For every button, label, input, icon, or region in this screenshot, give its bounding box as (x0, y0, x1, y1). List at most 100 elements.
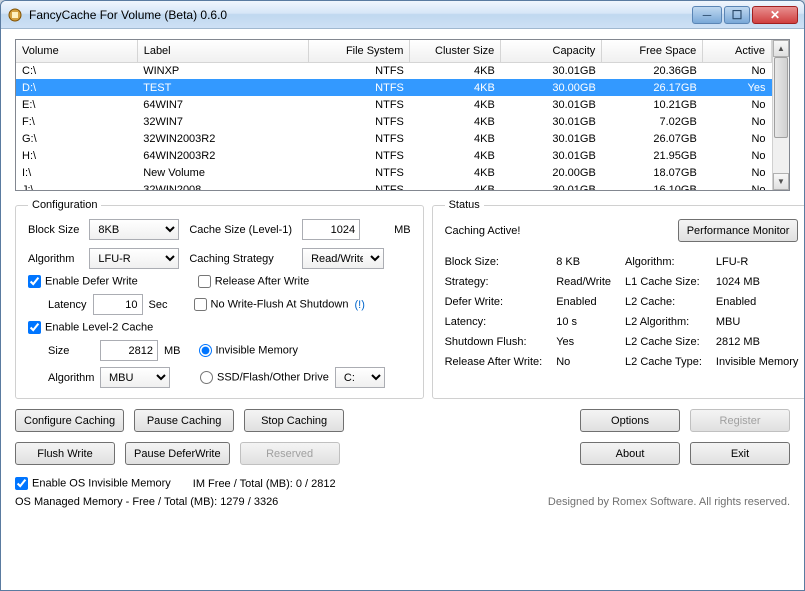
ssd-label[interactable]: SSD/Flash/Other Drive (200, 371, 329, 384)
col-capacity[interactable]: Capacity (501, 40, 602, 62)
status-panel: Status Caching Active! Performance Monit… (432, 199, 805, 399)
minimize-button[interactable]: ─ (692, 6, 722, 24)
table-scrollbar[interactable]: ▲ ▼ (772, 40, 789, 190)
status-cell: 8 KB (556, 256, 611, 268)
pause-deferwrite-button[interactable]: Pause DeferWrite (125, 442, 230, 465)
im-stats: IM Free / Total (MB): 0 / 2812 (193, 478, 336, 490)
status-cell: Block Size: (445, 256, 543, 268)
strategy-select[interactable]: Read/Write (302, 248, 384, 269)
defer-write-checkbox[interactable] (28, 275, 41, 288)
algorithm-select[interactable]: LFU-R (89, 248, 179, 269)
table-row[interactable]: C:\WINXPNTFS4KB30.01GB20.36GBNo (16, 62, 772, 79)
performance-monitor-button[interactable]: Performance Monitor (678, 219, 799, 242)
table-row[interactable]: J:\32WIN2008NTFS4KB30.01GB16.10GBNo (16, 181, 772, 190)
status-cell: Latency: (445, 316, 543, 328)
ssd-drive-select[interactable]: C: (335, 367, 385, 388)
table-row[interactable]: D:\TESTNTFS4KB30.00GB26.17GBYes (16, 79, 772, 96)
status-cell: 1024 MB (716, 276, 799, 288)
configure-caching-button[interactable]: Configure Caching (15, 409, 124, 432)
l2-cache-label[interactable]: Enable Level-2 Cache (28, 321, 153, 334)
exit-button[interactable]: Exit (690, 442, 790, 465)
l2-size-label: Size (48, 345, 94, 357)
l2-algo-select[interactable]: MBU (100, 367, 170, 388)
status-cell: L2 Algorithm: (625, 316, 702, 328)
status-cell: L2 Cache Type: (625, 356, 702, 368)
table-row[interactable]: F:\32WIN7NTFS4KB30.01GB7.02GBNo (16, 113, 772, 130)
volume-table: Volume Label File System Cluster Size Ca… (15, 39, 790, 191)
cache-size-input[interactable] (302, 219, 360, 240)
status-cell: Defer Write: (445, 296, 543, 308)
latency-label: Latency (48, 299, 87, 311)
status-cell: L1 Cache Size: (625, 276, 702, 288)
col-free[interactable]: Free Space (602, 40, 703, 62)
col-cluster[interactable]: Cluster Size (410, 40, 501, 62)
col-label[interactable]: Label (137, 40, 309, 62)
caching-active-text: Caching Active! (445, 225, 521, 237)
status-cell: 10 s (556, 316, 611, 328)
enable-invisible-memory-label[interactable]: Enable OS Invisible Memory (15, 477, 171, 490)
table-row[interactable]: G:\32WIN2003R2NTFS4KB30.01GB26.07GBNo (16, 130, 772, 147)
strategy-label: Caching Strategy (189, 253, 292, 265)
release-after-write-label[interactable]: Release After Write (198, 275, 310, 288)
l2-algo-label: Algorithm (48, 372, 94, 384)
status-cell: Invisible Memory (716, 356, 799, 368)
os-stats: OS Managed Memory - Free / Total (MB): 1… (15, 496, 278, 508)
flush-write-button[interactable]: Flush Write (15, 442, 115, 465)
latency-input[interactable] (93, 294, 143, 315)
register-button: Register (690, 409, 790, 432)
status-cell: Algorithm: (625, 256, 702, 268)
defer-write-checkbox-label[interactable]: Enable Defer Write (28, 275, 138, 288)
ssd-radio[interactable] (200, 371, 213, 384)
table-row[interactable]: E:\64WIN7NTFS4KB30.01GB10.21GBNo (16, 96, 772, 113)
info-link[interactable]: (!) (354, 299, 364, 311)
status-cell: 2812 MB (716, 336, 799, 348)
footer-text: Designed by Romex Software. All rights r… (548, 496, 790, 508)
status-cell: No (556, 356, 611, 368)
enable-invisible-memory-checkbox[interactable] (15, 477, 28, 490)
status-cell: Yes (556, 336, 611, 348)
table-header-row: Volume Label File System Cluster Size Ca… (16, 40, 772, 62)
status-legend: Status (445, 199, 484, 211)
configuration-panel: Configuration Block Size 8KB Cache Size … (15, 199, 424, 399)
l2-size-input[interactable] (100, 340, 158, 361)
close-button[interactable]: ✕ (752, 6, 798, 24)
status-cell: Enabled (716, 296, 799, 308)
reserved-button: Reserved (240, 442, 340, 465)
status-cell: Release After Write: (445, 356, 543, 368)
invisible-memory-label[interactable]: Invisible Memory (199, 344, 299, 357)
table-row[interactable]: H:\64WIN2003R2NTFS4KB30.01GB21.95GBNo (16, 147, 772, 164)
titlebar[interactable]: FancyCache For Volume (Beta) 0.6.0 ─ ☐ ✕ (1, 1, 804, 29)
status-cell: L2 Cache Size: (625, 336, 702, 348)
pause-caching-button[interactable]: Pause Caching (134, 409, 234, 432)
col-volume[interactable]: Volume (16, 40, 137, 62)
col-fs[interactable]: File System (309, 40, 410, 62)
status-cell: Read/Write (556, 276, 611, 288)
about-button[interactable]: About (580, 442, 680, 465)
window-title: FancyCache For Volume (Beta) 0.6.0 (29, 8, 692, 22)
status-cell: LFU-R (716, 256, 799, 268)
options-button[interactable]: Options (580, 409, 680, 432)
algorithm-label: Algorithm (28, 253, 79, 265)
status-cell: MBU (716, 316, 799, 328)
invisible-memory-radio[interactable] (199, 344, 212, 357)
scroll-up-icon[interactable]: ▲ (773, 40, 789, 57)
l2-size-unit: MB (164, 345, 181, 357)
release-after-write-checkbox[interactable] (198, 275, 211, 288)
status-cell: Enabled (556, 296, 611, 308)
maximize-button[interactable]: ☐ (724, 6, 750, 24)
block-size-select[interactable]: 8KB (89, 219, 179, 240)
scroll-down-icon[interactable]: ▼ (773, 173, 789, 190)
stop-caching-button[interactable]: Stop Caching (244, 409, 344, 432)
block-size-label: Block Size (28, 224, 79, 236)
l2-cache-checkbox[interactable] (28, 321, 41, 334)
cache-size-label: Cache Size (Level-1) (189, 224, 292, 236)
status-cell: Shutdown Flush: (445, 336, 543, 348)
latency-unit: Sec (149, 299, 168, 311)
scroll-thumb[interactable] (774, 57, 788, 138)
table-row[interactable]: I:\New VolumeNTFS4KB20.00GB18.07GBNo (16, 164, 772, 181)
no-flush-checkbox[interactable] (194, 298, 207, 311)
main-window: FancyCache For Volume (Beta) 0.6.0 ─ ☐ ✕… (0, 0, 805, 591)
status-cell: Strategy: (445, 276, 543, 288)
col-active[interactable]: Active (703, 40, 772, 62)
no-flush-label[interactable]: No Write-Flush At Shutdown (194, 298, 349, 311)
